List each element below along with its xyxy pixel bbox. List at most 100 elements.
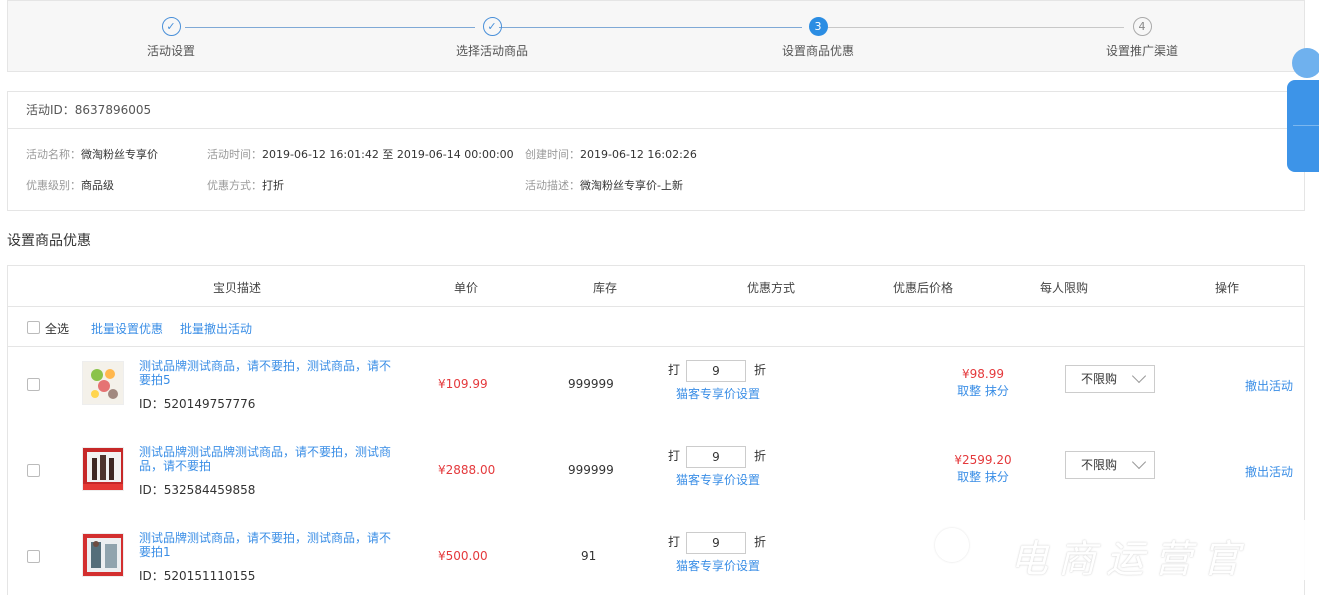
product-id: ID：520149757776	[139, 397, 256, 411]
unit-price: ¥109.99	[438, 377, 488, 391]
select-all-label: 全选	[45, 322, 70, 336]
table-header: 宝贝描述 单价 库存 优惠方式 优惠后价格 每人限购 操作	[8, 266, 1304, 307]
batch-toolbar: 全选 批量设置优惠 批量撤出活动	[8, 307, 1304, 347]
stock-count: 999999	[568, 463, 614, 477]
chevron-down-icon	[1131, 368, 1147, 384]
erase-cents-link[interactable]: 抹分	[985, 470, 1009, 484]
discount-method-value: 打折	[262, 179, 284, 192]
step-promotion-channel[interactable]: 4 设置推广渠道	[1072, 17, 1212, 59]
discount-level-value: 商品级	[81, 179, 114, 192]
chevron-down-icon	[1131, 454, 1147, 470]
remove-from-activity-link[interactable]: 撤出活动	[1245, 463, 1293, 480]
purchase-limit-select[interactable]: 不限购	[1065, 451, 1155, 479]
price-round-links: 取整 抹分	[953, 382, 1013, 399]
unit-price: ¥2888.00	[438, 463, 496, 477]
activity-id-value: 8637896005	[74, 103, 152, 117]
col-limit: 每人限购	[1040, 281, 1089, 295]
col-method: 优惠方式	[747, 281, 796, 295]
stock-count: 91	[581, 549, 597, 563]
activity-info-panel: 活动ID：8637896005 活动名称：微淘粉丝专享价 活动时间：2019-0…	[7, 91, 1305, 211]
erase-cents-link[interactable]: 抹分	[985, 384, 1009, 398]
col-action: 操作	[1215, 281, 1240, 295]
discount-method: 优惠方式：打折	[207, 177, 284, 193]
discount-level: 优惠级别：商品级	[26, 177, 114, 193]
product-thumbnail[interactable]	[82, 447, 124, 491]
progress-stepper: ✓ 活动设置 ✓ 选择活动商品 3 设置商品优惠 4 设置推广渠道	[7, 0, 1305, 72]
final-price: ¥98.99	[962, 367, 1004, 381]
discount-unit: 折	[754, 363, 767, 377]
discount-input[interactable]: 9	[686, 446, 746, 468]
watermark-text: 电商运营官	[1010, 537, 1251, 581]
product-id: ID：532584459858	[139, 483, 256, 497]
discount-prefix: 打	[668, 363, 681, 377]
created-time: 创建时间：2019-06-12 16:02:26	[525, 146, 697, 162]
batch-remove-link[interactable]: 批量撤出活动	[180, 320, 252, 337]
divider	[1293, 125, 1319, 126]
side-float-panel[interactable]	[1287, 80, 1319, 172]
row-checkbox[interactable]	[27, 378, 40, 391]
step-label: 设置推广渠道	[1105, 44, 1178, 58]
discount-prefix: 打	[668, 449, 681, 463]
price-round-links: 取整 抹分	[953, 468, 1013, 485]
maoke-price-link[interactable]: 猫客专享价设置	[676, 471, 760, 488]
activity-time-label: 活动时间：	[207, 148, 262, 161]
purchase-limit-value: 不限购	[1081, 372, 1118, 386]
check-icon: ✓	[482, 17, 502, 36]
activity-name-value: 微淘粉丝专享价	[81, 148, 158, 161]
activity-name-label: 活动名称：	[26, 148, 81, 161]
activity-description-value: 微淘粉丝专享价-上新	[580, 179, 683, 192]
check-icon: ✓	[161, 17, 181, 36]
col-final-price: 优惠后价格	[893, 281, 954, 295]
step-label: 活动设置	[146, 44, 195, 58]
product-thumbnail[interactable]	[82, 533, 124, 577]
step-set-discount[interactable]: 3 设置商品优惠	[748, 17, 888, 59]
product-title-link[interactable]: 测试品牌测试商品，请不要拍，测试商品，请不要拍1	[139, 531, 394, 559]
unit-price: ¥500.00	[438, 549, 488, 563]
maoke-price-link[interactable]: 猫客专享价设置	[676, 557, 760, 574]
step-activity-settings[interactable]: ✓ 活动设置	[101, 17, 241, 59]
purchase-limit-select[interactable]: 不限购	[1065, 365, 1155, 393]
round-link[interactable]: 取整	[957, 470, 981, 484]
activity-id-label: 活动ID：	[26, 103, 75, 117]
select-all-checkbox[interactable]	[27, 321, 40, 334]
step-number-icon: 3	[808, 17, 828, 36]
activity-id: 活动ID：8637896005	[8, 92, 1304, 129]
final-price: ¥2599.20	[954, 453, 1012, 467]
activity-time: 活动时间：2019-06-12 16:01:42 至 2019-06-14 00…	[207, 146, 514, 162]
step-label: 选择活动商品	[455, 44, 528, 58]
activity-name: 活动名称：微淘粉丝专享价	[26, 146, 158, 162]
remove-from-activity-link[interactable]: 撤出活动	[1245, 377, 1293, 394]
step-number-icon: 4	[1132, 17, 1152, 36]
col-stock: 库存	[593, 281, 618, 295]
discount-unit: 折	[754, 449, 767, 463]
maoke-price-link[interactable]: 猫客专享价设置	[676, 385, 760, 402]
created-time-label: 创建时间：	[525, 148, 580, 161]
discount-unit: 折	[754, 535, 767, 549]
discount-method-label: 优惠方式：	[207, 179, 262, 192]
activity-time-value: 2019-06-12 16:01:42 至 2019-06-14 00:00:0…	[262, 148, 514, 161]
activity-description: 活动描述：微淘粉丝专享价-上新	[525, 177, 683, 193]
purchase-limit-value: 不限购	[1081, 458, 1118, 472]
col-desc: 宝贝描述	[213, 281, 262, 295]
round-link[interactable]: 取整	[957, 384, 981, 398]
row-checkbox[interactable]	[27, 464, 40, 477]
row-checkbox[interactable]	[27, 550, 40, 563]
discount-level-label: 优惠级别：	[26, 179, 81, 192]
discount-input[interactable]: 9	[686, 532, 746, 554]
product-thumbnail[interactable]	[82, 361, 124, 405]
col-price: 单价	[454, 281, 479, 295]
stock-count: 999999	[568, 377, 614, 391]
activity-description-label: 活动描述：	[525, 179, 580, 192]
created-time-value: 2019-06-12 16:02:26	[580, 148, 697, 161]
batch-set-discount-link[interactable]: 批量设置优惠	[91, 320, 163, 337]
table-row: 测试品牌测试品牌测试商品，请不要拍，测试商品，请不要拍 ID：532584459…	[8, 433, 1304, 519]
discount-input[interactable]: 9	[686, 360, 746, 382]
step-select-products[interactable]: ✓ 选择活动商品	[422, 17, 562, 59]
step-label: 设置商品优惠	[781, 44, 854, 58]
product-title-link[interactable]: 测试品牌测试商品，请不要拍，测试商品，请不要拍5	[139, 359, 394, 387]
product-id: ID：520151110155	[139, 569, 256, 583]
table-row: 测试品牌测试商品，请不要拍，测试商品，请不要拍5 ID：520149757776…	[8, 347, 1304, 433]
watermark-logo	[935, 528, 969, 562]
product-title-link[interactable]: 测试品牌测试品牌测试商品，请不要拍，测试商品，请不要拍	[139, 445, 394, 473]
chat-bubble-icon[interactable]	[1292, 48, 1319, 78]
